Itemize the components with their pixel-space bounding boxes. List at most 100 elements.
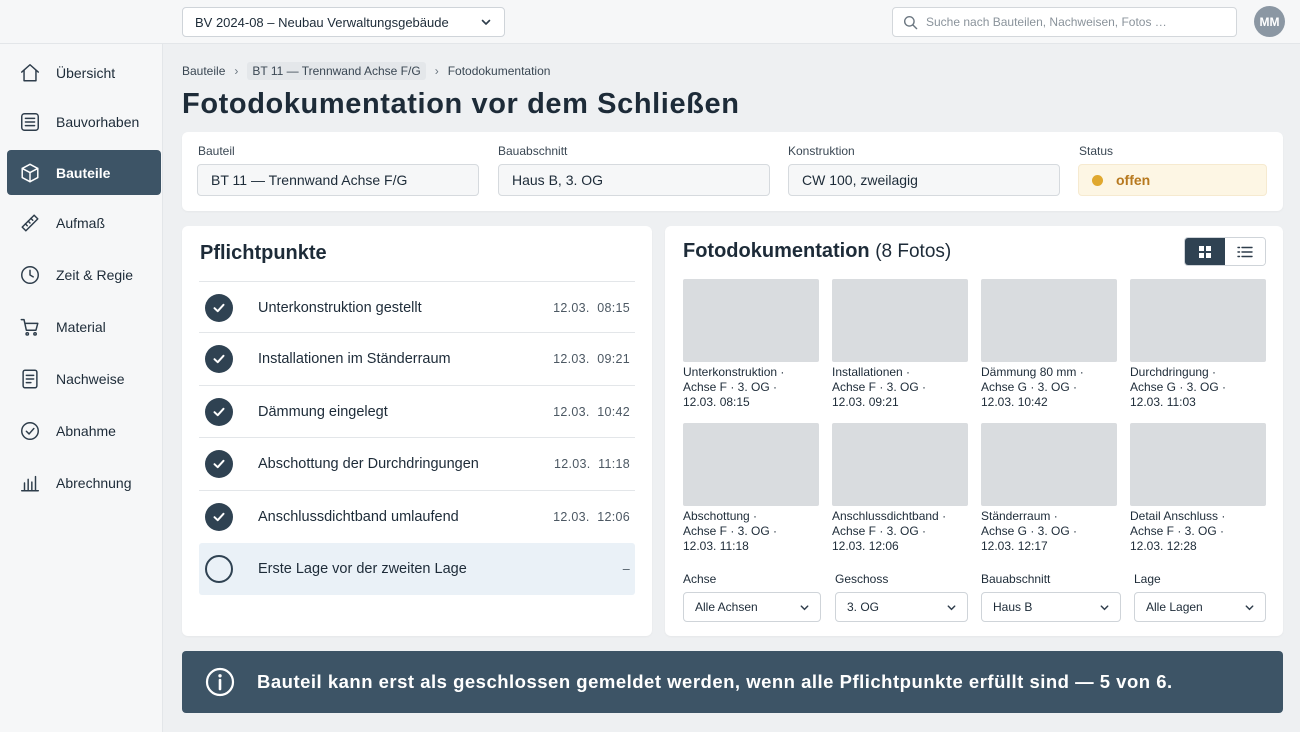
konstruktion-label: Konstruktion	[788, 144, 855, 158]
filter-achse-select[interactable]: Alle Achsen	[683, 592, 821, 622]
photo-thumbnail[interactable]	[981, 279, 1117, 362]
sidebar-item-bauteile[interactable]: Bauteile	[7, 150, 161, 195]
filter-lage-label: Lage	[1134, 572, 1161, 586]
checklist-item[interactable]: Dämmung eingelegt 12.03. 10:42	[199, 385, 635, 437]
sidebar-item-uebersicht[interactable]: Übersicht	[7, 50, 161, 95]
checklist-item-time: –	[622, 562, 630, 576]
checklist-item-text: Installationen im Ständerraum	[258, 350, 451, 367]
clock-icon	[21, 265, 39, 284]
building-icon	[21, 112, 39, 131]
info-icon	[205, 667, 235, 697]
photo-caption: Ständerraum · Achse G · 3. OG · 12.03. 12:…	[981, 509, 1078, 553]
status-value: offen	[1116, 172, 1151, 188]
photo-thumbnail[interactable]	[832, 279, 968, 362]
photo-caption: Dämmung 80 mm · Achse G · 3. OG · 12.03. 1…	[981, 365, 1084, 409]
photo-thumbnail[interactable]	[683, 423, 819, 506]
breadcrumb-bauteil[interactable]: BT 11 — Trennwand Achse F/G	[247, 62, 426, 80]
checklist-item[interactable]: Abschottung der Durchdringungen 12.03. 1…	[199, 437, 635, 489]
filter-bauabschnitt-select[interactable]: Haus B	[981, 592, 1121, 622]
cube-icon	[21, 163, 39, 182]
grid-view-button[interactable]	[1185, 238, 1225, 265]
sidebar-item-label: Zeit & Regie	[56, 266, 134, 283]
checklist-item-open[interactable]: Erste Lage vor der zweiten Lage –	[199, 543, 635, 595]
empty-circle-icon	[205, 555, 233, 583]
search-icon	[903, 15, 918, 29]
bauabschnitt-label: Bauabschnitt	[498, 144, 568, 158]
view-toggle	[1184, 237, 1266, 266]
list-icon	[1237, 246, 1253, 257]
checklist-item-time: 12.03. 11:18	[554, 456, 630, 471]
photo-caption: Durchdringung · Achse G · 3. OG · 12.03. 1…	[1130, 365, 1227, 409]
breadcrumb: Bauteile › BT 11 — Trennwand Achse F/G ›…	[182, 62, 550, 80]
photo-count: (8 Fotos)	[875, 241, 952, 262]
sidebar-item-label: Übersicht	[56, 64, 116, 81]
checklist-item[interactable]: Installationen im Ständerraum 12.03. 09:…	[199, 332, 635, 384]
checklist-item-time: 12.03. 09:21	[553, 351, 630, 366]
chevron-down-icon	[1245, 604, 1254, 610]
filter-bauabschnitt-label: Bauabschnitt	[981, 572, 1051, 586]
chevron-down-icon	[947, 604, 956, 610]
cart-icon	[20, 318, 39, 336]
photo-caption: Anschlussdichtband · Achse F · 3. OG · 12.…	[832, 509, 947, 553]
checklist-item-text: Anschlussdichtband umlaufend	[258, 508, 459, 525]
status-badge: offen	[1078, 164, 1267, 196]
sidebar-item-nachweise[interactable]: Nachweise	[7, 356, 161, 401]
sidebar-item-label: Nachweise	[56, 370, 125, 387]
photo-caption: Abschottung · Achse F · 3. OG · 12.03. 11:…	[683, 509, 778, 553]
status-dot-icon	[1092, 174, 1103, 186]
info-banner: Bauteil kann erst als geschlossen gemeld…	[182, 651, 1283, 713]
breadcrumb-bauteile[interactable]: Bauteile	[182, 64, 225, 78]
sidebar-item-label: Abnahme	[56, 422, 116, 439]
checkmark-icon	[205, 449, 233, 478]
sidebar-item-label: Bauteile	[56, 164, 111, 181]
checkmark-icon	[205, 397, 233, 426]
filter-geschoss-select[interactable]: 3. OG	[835, 592, 968, 622]
search-box[interactable]	[892, 7, 1237, 37]
photo-thumbnail[interactable]	[683, 279, 819, 362]
chevron-right-icon: ›	[434, 64, 439, 78]
chevron-down-icon	[800, 604, 809, 610]
filter-geschoss-label: Geschoss	[835, 572, 889, 586]
search-input[interactable]	[926, 15, 1226, 29]
avatar[interactable]: MM	[1254, 6, 1285, 37]
photo-thumbnail[interactable]	[832, 423, 968, 506]
sidebar-item-material[interactable]: Material	[7, 304, 161, 349]
grid-icon	[1199, 245, 1211, 258]
filter-lage-select[interactable]: Alle Lagen	[1134, 592, 1266, 622]
checklist-item-text: Unterkonstruktion gestellt	[258, 299, 422, 316]
sidebar-item-label: Bauvorhaben	[56, 113, 140, 130]
document-icon	[22, 369, 38, 388]
project-select[interactable]: BV 2024-08 – Neubau Verwaltungsgebäude	[182, 7, 505, 37]
photo-thumbnail[interactable]	[981, 423, 1117, 506]
page-title: Fotodokumentation vor dem Schließen	[182, 88, 740, 120]
checklist-item[interactable]: Anschlussdichtband umlaufend 12.03. 12:0…	[199, 490, 635, 542]
checklist-item-time: 12.03. 10:42	[553, 404, 630, 419]
sidebar-item-label: Material	[56, 318, 106, 335]
sidebar-item-abnahme[interactable]: Abnahme	[7, 408, 161, 453]
checklist-item[interactable]: Unterkonstruktion gestellt 12.03. 08:15	[199, 281, 635, 333]
bauabschnitt-field: Haus B, 3. OG	[498, 164, 770, 196]
photo-thumbnail[interactable]	[1130, 423, 1266, 506]
sidebar-item-label: Aufmaß	[56, 214, 106, 231]
photo-section-title: Fotodokumentation (8 Fotos)	[683, 240, 952, 262]
checklist-title: Pflichtpunkte	[200, 242, 327, 264]
checkmark-icon	[205, 344, 233, 373]
checklist-item-text: Abschottung der Durchdringungen	[258, 455, 479, 472]
photo-caption: Unterkonstruktion · Achse F · 3. OG · 12.0…	[683, 365, 785, 409]
list-view-button[interactable]	[1225, 238, 1265, 265]
bauteil-label: Bauteil	[198, 144, 235, 158]
home-icon	[21, 63, 39, 82]
checklist-item-text: Erste Lage vor der zweiten Lage	[258, 561, 467, 577]
sidebar-item-bauvorhaben[interactable]: Bauvorhaben	[7, 99, 161, 144]
banner-text: Bauteil kann erst als geschlossen gemeld…	[257, 671, 1173, 692]
checklist-item-text: Dämmung eingelegt	[258, 403, 388, 420]
sidebar-item-aufmass[interactable]: Aufmaß	[7, 200, 161, 245]
sidebar: Übersicht Bauvorhaben Bauteile Aufmaß Ze…	[0, 44, 163, 732]
konstruktion-field: CW 100, zweilagig	[788, 164, 1060, 196]
chevron-down-icon	[1100, 604, 1109, 610]
sidebar-item-abrechnung[interactable]: Abrechnung	[7, 460, 161, 505]
sidebar-item-zeit-regie[interactable]: Zeit & Regie	[7, 252, 161, 297]
photo-thumbnail[interactable]	[1130, 279, 1266, 362]
checkmark-icon	[205, 502, 233, 531]
chevron-down-icon	[481, 19, 491, 25]
